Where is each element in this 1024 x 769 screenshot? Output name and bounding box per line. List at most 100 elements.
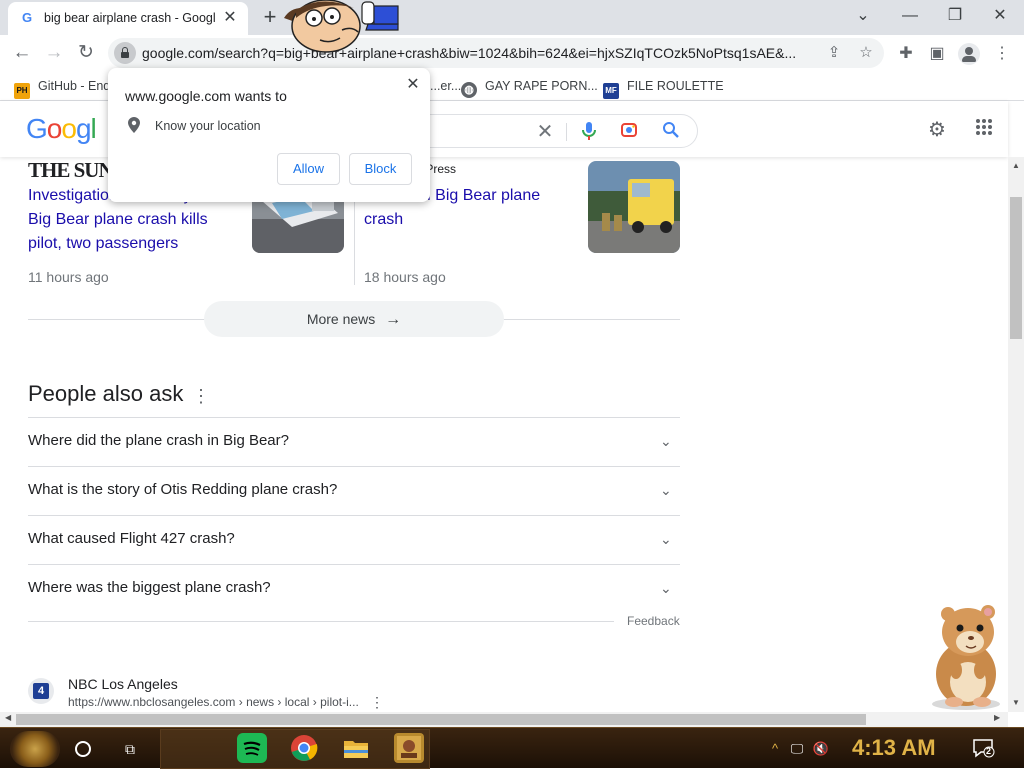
chevron-down-icon: ⌄ <box>660 433 672 449</box>
news-title-line[interactable]: Big Bear plane crash kills <box>28 208 208 232</box>
tab-close-icon[interactable]: ✕ <box>220 8 240 28</box>
result-site-name[interactable]: NBC Los Angeles <box>68 676 178 692</box>
notification-center-icon[interactable]: 2 <box>973 738 995 758</box>
browser-menu-icon[interactable]: ⋮ <box>991 43 1013 65</box>
permission-request-text: Know your location <box>155 119 261 133</box>
paa-question-text: What is the story of Otis Redding plane … <box>28 481 338 498</box>
bookmark-partial[interactable]: ...er... <box>430 77 461 95</box>
scroll-down-arrow-icon[interactable]: ▼ <box>1012 698 1020 707</box>
bookmark-file-roulette[interactable]: MF FILE ROULETTE <box>603 77 724 99</box>
arrow-right-icon: → <box>385 311 402 328</box>
bookmark-label: GitHub - End <box>38 79 111 93</box>
network-icon[interactable]: 🖵 <box>788 740 806 758</box>
new-tab-button[interactable]: + <box>258 6 282 30</box>
news-title-line[interactable]: pilot, two passengers <box>28 232 178 256</box>
cortana-search-icon[interactable] <box>75 741 91 757</box>
windows-taskbar: ⧉ ^ 🖵 🔇 4:13 AM 2 <box>0 727 1024 769</box>
paa-question-text: Where was the biggest plane crash? <box>28 579 271 596</box>
location-pin-icon <box>128 117 140 133</box>
chevron-down-icon: ⌄ <box>660 580 672 596</box>
address-url[interactable]: google.com/search?q=big+bear+airplane+cr… <box>142 45 814 61</box>
paa-question[interactable]: Where was the biggest plane crash? ⌄ <box>28 564 680 613</box>
paa-question[interactable]: Where did the plane crash in Big Bear? ⌄ <box>28 417 680 466</box>
feedback-link[interactable]: Feedback <box>627 614 680 628</box>
paa-question-text: Where did the plane crash in Big Bear? <box>28 432 289 449</box>
result-url[interactable]: https://www.nbclosangeles.com › news › l… <box>68 695 359 709</box>
task-view-icon[interactable]: ⧉ <box>120 740 140 758</box>
google-favicon-icon: G <box>22 10 33 25</box>
people-also-ask-title: People also ask <box>28 381 184 406</box>
microphone-icon[interactable] <box>578 121 600 143</box>
ph-logo-icon: PH <box>14 83 30 99</box>
close-window-button[interactable]: ✕ <box>982 4 1018 28</box>
browser-tab[interactable]: G big bear airplane crash - Googl ✕ <box>8 2 248 35</box>
news-thumbnail[interactable] <box>588 161 680 253</box>
scroll-right-arrow-icon[interactable]: ▶ <box>994 713 1000 722</box>
start-button[interactable] <box>10 731 60 767</box>
nbc-favicon-icon <box>28 678 54 704</box>
vertical-scrollbar[interactable]: ▲ ▼ <box>1008 157 1024 712</box>
search-icon[interactable] <box>660 121 682 143</box>
clear-search-icon[interactable]: ✕ <box>534 121 556 143</box>
bookmark-label: FILE ROULETTE <box>627 79 724 93</box>
chevron-down-icon: ⌄ <box>660 531 672 547</box>
google-logo[interactable]: Googl <box>26 113 97 145</box>
search-results: THE SUN Investigation underway after Big… <box>0 157 1008 712</box>
bookmark-label: GAY RAPE PORN... <box>485 79 598 93</box>
notification-count: 2 <box>986 746 992 756</box>
restore-button[interactable]: ❐ <box>937 4 973 28</box>
chrome-app-icon[interactable] <box>289 733 319 763</box>
paa-bottom-divider <box>28 621 614 622</box>
file-explorer-icon[interactable] <box>341 733 371 763</box>
spotify-app-icon[interactable] <box>237 733 267 763</box>
allow-button[interactable]: Allow <box>277 153 340 185</box>
scroll-up-arrow-icon[interactable]: ▲ <box>1012 161 1020 170</box>
result-options-icon[interactable]: ⋮ <box>370 694 384 710</box>
tab-title: big bear airplane crash - Googl <box>44 11 216 25</box>
block-button[interactable]: Block <box>349 153 412 185</box>
bookmark-label: ...er... <box>430 79 462 93</box>
minimize-button[interactable]: — <box>892 4 928 28</box>
paa-question[interactable]: What is the story of Otis Redding plane … <box>28 466 680 515</box>
cartoon-character-overlay <box>282 0 400 60</box>
extensions-icon[interactable]: ✚ <box>895 43 917 65</box>
bookmark-github[interactable]: PH GitHub - End <box>14 77 111 99</box>
tab-search-chevron-icon[interactable]: ⌄ <box>845 4 881 28</box>
forward-button[interactable]: → <box>42 41 66 65</box>
more-options-icon[interactable]: ⋮ <box>192 385 210 407</box>
more-news-button[interactable]: More news → <box>204 301 504 337</box>
share-icon[interactable]: ⇪ <box>824 43 844 63</box>
google-apps-icon[interactable] <box>972 118 996 142</box>
search-divider <box>566 123 567 141</box>
reload-button[interactable]: ↻ <box>74 41 98 65</box>
show-hidden-icons-icon[interactable]: ^ <box>766 740 784 758</box>
back-button[interactable]: ← <box>10 41 34 65</box>
settings-gear-icon[interactable]: ⚙ <box>925 118 949 142</box>
scroll-left-arrow-icon[interactable]: ◀ <box>5 713 11 722</box>
lens-camera-icon[interactable] <box>618 121 640 143</box>
horizontal-scrollbar[interactable]: ◀ ▶ <box>0 712 1008 727</box>
horizontal-scroll-thumb[interactable] <box>16 714 866 725</box>
bookmark-star-icon[interactable]: ☆ <box>856 43 876 63</box>
news-time: 18 hours ago <box>364 269 446 285</box>
chevron-down-icon: ⌄ <box>660 482 672 498</box>
address-bar[interactable]: google.com/search?q=big+bear+airplane+cr… <box>108 38 884 68</box>
profile-avatar[interactable] <box>958 43 980 65</box>
volume-muted-icon[interactable]: 🔇 <box>812 740 830 758</box>
vertical-scroll-thumb[interactable] <box>1010 197 1022 339</box>
tab-strip: G big bear airplane crash - Googl ✕ + ⌄ … <box>0 0 1024 35</box>
game-app-icon[interactable] <box>394 733 424 763</box>
side-panel-icon[interactable]: ▣ <box>926 43 948 65</box>
bookmark-globe-site[interactable]: ◍ GAY RAPE PORN... <box>461 77 598 98</box>
news-publisher: THE SUN <box>28 158 114 182</box>
mf-logo-icon: MF <box>603 83 619 99</box>
more-news-label: More news <box>306 311 376 327</box>
permission-title: www.google.com wants to <box>125 88 287 104</box>
close-icon[interactable]: ✕ <box>404 76 422 94</box>
news-title-line[interactable]: crash <box>364 208 403 232</box>
taskbar-clock[interactable]: 4:13 AM <box>852 735 936 761</box>
paa-question[interactable]: What caused Flight 427 crash? ⌄ <box>28 515 680 564</box>
news-time: 11 hours ago <box>28 269 109 285</box>
paa-question-text: What caused Flight 427 crash? <box>28 530 235 547</box>
lock-icon[interactable] <box>114 42 136 64</box>
